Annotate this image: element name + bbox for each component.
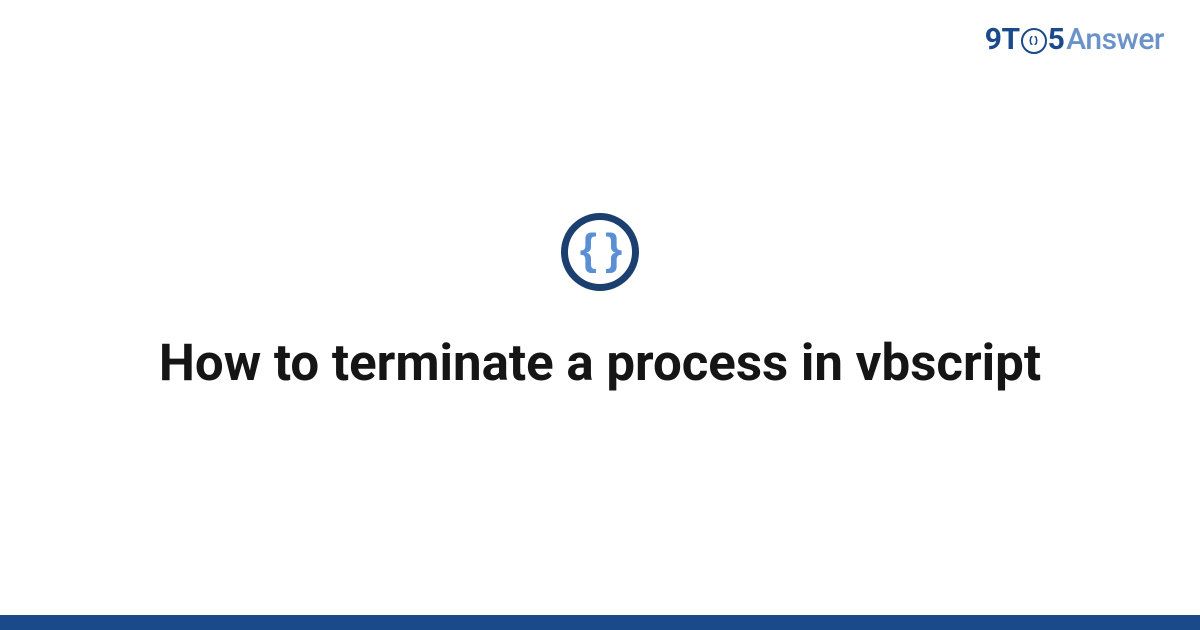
question-title: How to terminate a process in vbscript bbox=[120, 333, 1080, 395]
braces-icon bbox=[1027, 34, 1040, 47]
logo-suffix-word: Answer bbox=[1066, 22, 1164, 57]
category-badge: { } bbox=[561, 213, 639, 291]
logo-suffix-digit: 5 bbox=[1048, 22, 1065, 57]
logo-prefix: 9T bbox=[985, 22, 1020, 57]
logo-badge-icon bbox=[1021, 28, 1047, 54]
code-braces-icon: { } bbox=[580, 228, 620, 272]
site-logo: 9T 5 Answer bbox=[985, 22, 1164, 57]
main-content: { } How to terminate a process in vbscri… bbox=[0, 213, 1200, 395]
footer-accent-bar bbox=[0, 615, 1200, 630]
